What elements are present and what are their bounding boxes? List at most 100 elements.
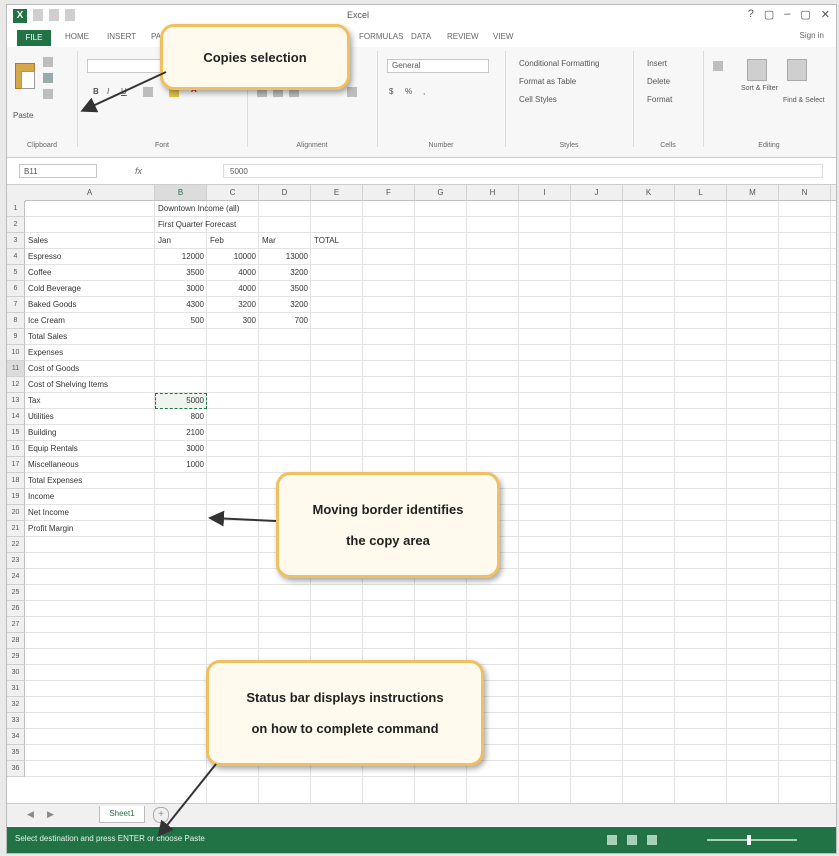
cell-a21[interactable]: Profit Margin — [28, 521, 152, 537]
row-header-33[interactable]: 33 — [7, 713, 25, 729]
minimize-button[interactable]: – — [784, 8, 790, 21]
number-format-select[interactable]: General — [387, 59, 489, 73]
redo-icon[interactable] — [65, 9, 75, 21]
row-header-11[interactable]: 11 — [7, 361, 25, 377]
borders-icon[interactable] — [143, 87, 153, 97]
prev-sheet-icon[interactable]: ◀ — [27, 809, 34, 820]
cell-a14[interactable]: Utilities — [28, 409, 152, 425]
column-header-i[interactable]: I — [519, 185, 571, 201]
row-header-28[interactable]: 28 — [7, 633, 25, 649]
row-header-17[interactable]: 17 — [7, 457, 25, 473]
row-header-29[interactable]: 29 — [7, 649, 25, 665]
ribbon-display-button[interactable]: ▢ — [764, 8, 774, 21]
column-header-n[interactable]: N — [779, 185, 831, 201]
cell-b6[interactable]: 3000 — [158, 281, 204, 297]
row-header-7[interactable]: 7 — [7, 297, 25, 313]
help-button[interactable]: ? — [748, 8, 754, 21]
conditional-formatting-button[interactable]: Conditional Formatting — [519, 59, 599, 68]
cell-a13[interactable]: Tax — [28, 393, 152, 409]
row-header-22[interactable]: 22 — [7, 537, 25, 553]
delete-cells-button[interactable]: Delete — [647, 77, 670, 86]
row-header-13[interactable]: 13 — [7, 393, 25, 409]
cell-b7[interactable]: 4300 — [158, 297, 204, 313]
cell-c5[interactable]: 4000 — [210, 265, 256, 281]
sign-in-link[interactable]: Sign in — [800, 31, 824, 40]
cell-c4[interactable]: 10000 — [210, 249, 256, 265]
sheet-tab-sheet1[interactable]: Sheet1 — [99, 806, 145, 823]
column-header-m[interactable]: M — [727, 185, 779, 201]
zoom-slider[interactable] — [707, 839, 797, 841]
column-header-o[interactable]: O — [831, 185, 836, 201]
paste-button[interactable] — [13, 57, 35, 91]
maximize-button[interactable]: ▢ — [800, 8, 810, 21]
add-sheet-button[interactable]: + — [153, 807, 169, 823]
cell-b3[interactable]: Jan — [158, 233, 204, 249]
format-painter-icon[interactable] — [43, 89, 53, 99]
name-box[interactable]: B11 — [19, 164, 97, 178]
fx-button[interactable]: fx — [135, 166, 142, 176]
tab-insert[interactable]: INSERT — [107, 32, 136, 41]
row-header-31[interactable]: 31 — [7, 681, 25, 697]
find-select-icon[interactable] — [787, 59, 807, 81]
percent-button[interactable]: % — [405, 87, 412, 96]
cell-a19[interactable]: Income — [28, 489, 152, 505]
cell-d5[interactable]: 3200 — [262, 265, 308, 281]
cell-e3[interactable]: TOTAL — [314, 233, 360, 249]
cell-c3[interactable]: Feb — [210, 233, 256, 249]
cell-d3[interactable]: Mar — [262, 233, 308, 249]
row-header-15[interactable]: 15 — [7, 425, 25, 441]
column-header-j[interactable]: J — [571, 185, 623, 201]
cell-b13[interactable]: 5000 — [158, 393, 204, 409]
save-icon[interactable] — [33, 9, 43, 21]
cell-d8[interactable]: 700 — [262, 313, 308, 329]
select-all-corner[interactable] — [7, 185, 26, 202]
sort-filter-icon[interactable] — [747, 59, 767, 81]
column-header-e[interactable]: E — [311, 185, 363, 201]
cut-icon[interactable] — [43, 57, 53, 67]
page-break-view-icon[interactable] — [647, 835, 657, 845]
column-header-h[interactable]: H — [467, 185, 519, 201]
row-header-4[interactable]: 4 — [7, 249, 25, 265]
zoom-slider-thumb[interactable] — [747, 835, 751, 845]
tab-formulas[interactable]: FORMULAS — [359, 32, 403, 41]
formula-input[interactable]: 5000 — [223, 164, 823, 178]
row-header-2[interactable]: 2 — [7, 217, 25, 233]
row-header-3[interactable]: 3 — [7, 233, 25, 249]
tab-home[interactable]: HOME — [65, 32, 89, 41]
underline-button[interactable]: U — [121, 87, 127, 96]
row-header-10[interactable]: 10 — [7, 345, 25, 361]
row-header-34[interactable]: 34 — [7, 729, 25, 745]
row-header-5[interactable]: 5 — [7, 265, 25, 281]
cell-b15[interactable]: 2100 — [158, 425, 204, 441]
column-header-d[interactable]: D — [259, 185, 311, 201]
currency-button[interactable]: $ — [389, 87, 393, 96]
cell-c7[interactable]: 3200 — [210, 297, 256, 313]
comma-button[interactable]: , — [423, 87, 425, 96]
row-header-21[interactable]: 21 — [7, 521, 25, 537]
row-header-30[interactable]: 30 — [7, 665, 25, 681]
row-header-16[interactable]: 16 — [7, 441, 25, 457]
row-header-32[interactable]: 32 — [7, 697, 25, 713]
normal-view-icon[interactable] — [607, 835, 617, 845]
format-cells-button[interactable]: Format — [647, 95, 672, 104]
row-header-26[interactable]: 26 — [7, 601, 25, 617]
cell-a8[interactable]: Ice Cream — [28, 313, 152, 329]
merge-center-icon[interactable] — [347, 87, 357, 97]
column-header-k[interactable]: K — [623, 185, 675, 201]
row-header-12[interactable]: 12 — [7, 377, 25, 393]
row-header-27[interactable]: 27 — [7, 617, 25, 633]
bold-button[interactable]: B — [93, 87, 99, 96]
column-header-a[interactable]: A — [25, 185, 155, 201]
italic-button[interactable]: I — [107, 87, 109, 96]
tab-file[interactable]: FILE — [17, 30, 51, 46]
cell-a7[interactable]: Baked Goods — [28, 297, 152, 313]
tab-data[interactable]: DATA — [411, 32, 431, 41]
cell-a4[interactable]: Espresso — [28, 249, 152, 265]
cell-d6[interactable]: 3500 — [262, 281, 308, 297]
autosum-icon[interactable] — [713, 61, 723, 71]
cell-b2[interactable]: First Quarter Forecast — [158, 217, 318, 233]
cell-a9[interactable]: Total Sales — [28, 329, 152, 345]
row-header-35[interactable]: 35 — [7, 745, 25, 761]
row-header-23[interactable]: 23 — [7, 553, 25, 569]
copy-icon[interactable] — [43, 73, 53, 83]
